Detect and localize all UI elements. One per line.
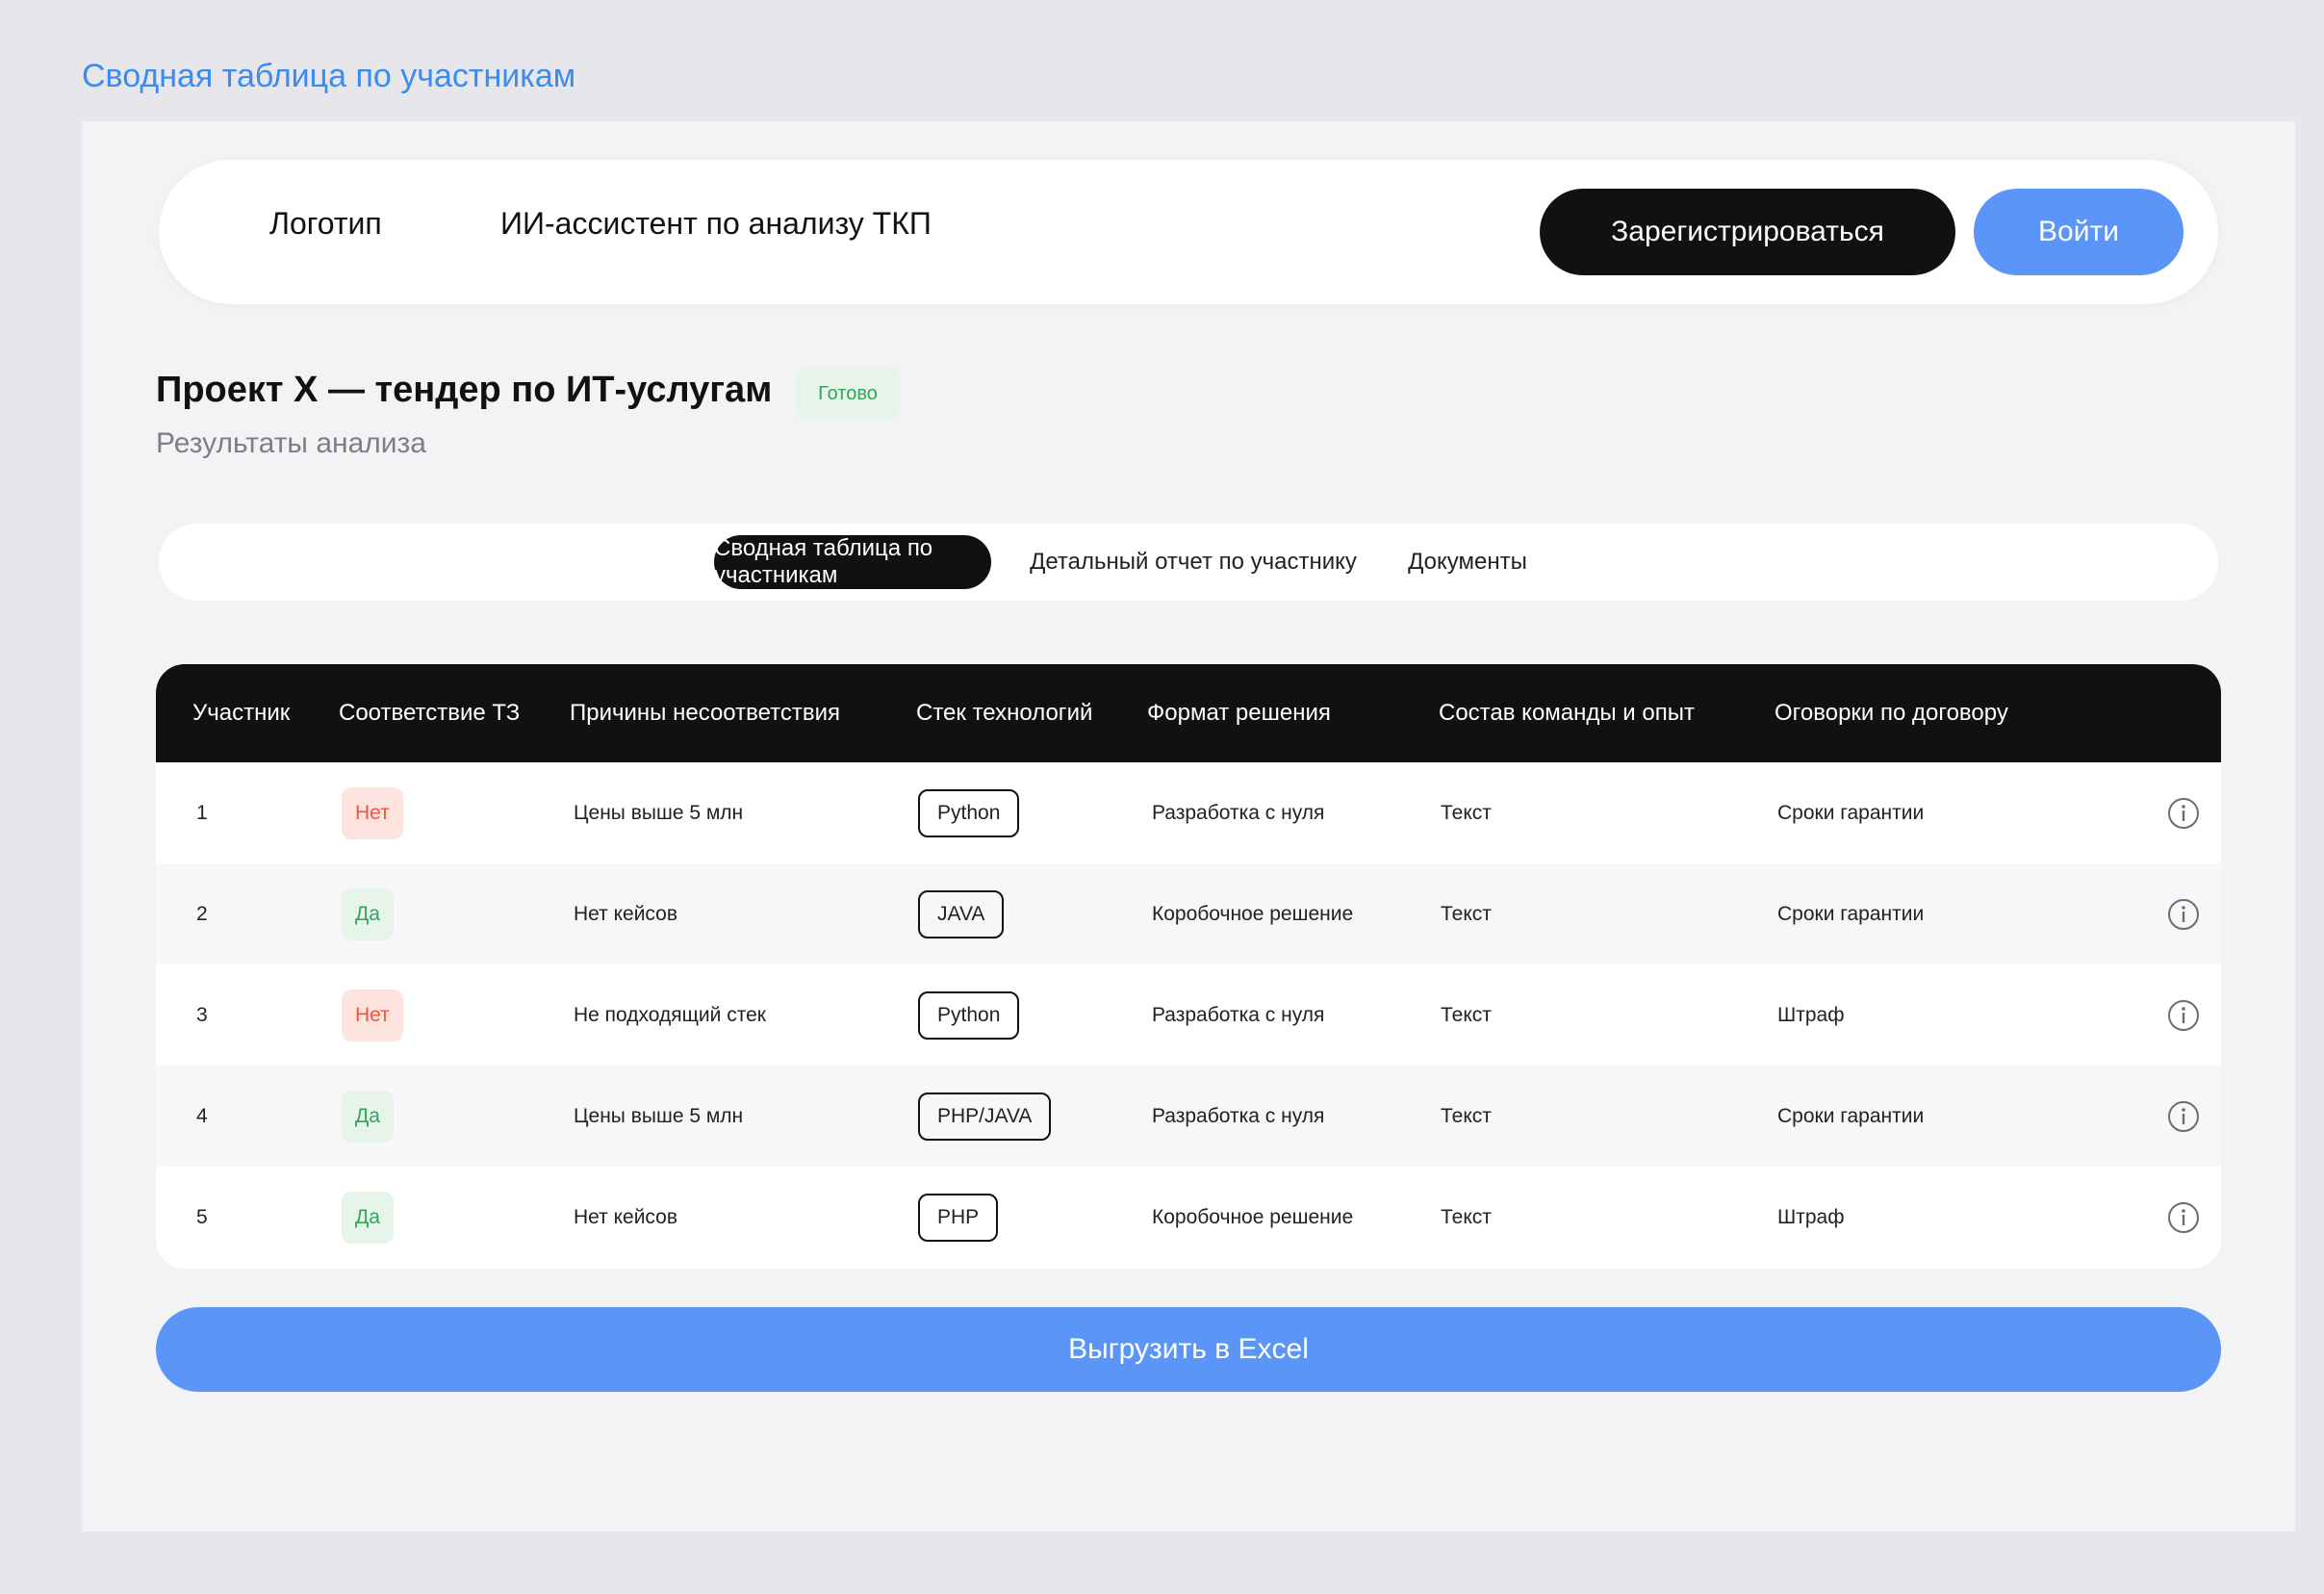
export-excel-button[interactable]: Выгрузить в Excel [156, 1307, 2221, 1392]
terms-cell: Сроки гарантии [1777, 902, 1925, 925]
table-header: Участник Соответствие ТЗ Причины несоотв… [156, 664, 2221, 762]
tab-summary-table[interactable]: Сводная таблица по участникам [714, 535, 991, 589]
tab-detailed-report[interactable]: Детальный отчет по участнику [1015, 535, 1371, 589]
participant-number: 1 [196, 801, 208, 824]
terms-cell: Сроки гарантии [1777, 801, 1925, 824]
stack-tag: PHP/JAVA [918, 1092, 1052, 1141]
reason-cell: Цены выше 5 млн [574, 1104, 744, 1127]
column-header-format: Формат решения [1147, 700, 1331, 726]
reason-cell: Нет кейсов [574, 902, 678, 925]
frame-title: Сводная таблица по участникам [82, 58, 576, 94]
login-button[interactable]: Войти [1974, 189, 2184, 275]
format-cell: Коробочное решение [1152, 1205, 1354, 1228]
app-name: ИИ-ассистент по анализу ТКП [500, 206, 932, 241]
format-cell: Разработка с нуля [1152, 1003, 1325, 1026]
terms-cell: Штраф [1777, 1205, 1845, 1228]
column-header-compliance: Соответствие ТЗ [339, 700, 521, 726]
stack-tag: PHP [918, 1193, 999, 1242]
logo[interactable]: Логотип [269, 206, 382, 242]
stack-tag: JAVA [918, 889, 1005, 938]
info-icon[interactable] [2167, 898, 2200, 931]
reason-cell: Не подходящий стек [574, 1003, 766, 1026]
info-icon[interactable] [2167, 1100, 2200, 1133]
register-button[interactable]: Зарегистрироваться [1540, 189, 1955, 275]
tabs-bar: Сводная таблица по участникам Детальный … [159, 524, 2218, 601]
participant-number: 5 [196, 1205, 208, 1228]
page-title: Проект X — тендер по ИТ-услугам [156, 370, 773, 410]
column-header-participant: Участник [192, 700, 291, 726]
participant-number: 4 [196, 1104, 208, 1127]
compliance-badge: Да [342, 1090, 394, 1143]
team-cell: Текст [1441, 1003, 1492, 1026]
column-header-reasons: Причины несоответствия [570, 700, 841, 726]
table-row[interactable]: 1 Нет Цены выше 5 млн Python Разработка … [156, 762, 2221, 863]
stack-tag: Python [918, 788, 1020, 837]
column-header-team: Состав команды и опыт [1439, 700, 1695, 726]
format-cell: Разработка с нуля [1152, 801, 1325, 824]
team-cell: Текст [1441, 801, 1492, 824]
stack-tag: Python [918, 990, 1020, 1040]
compliance-badge: Нет [342, 989, 403, 1041]
table-row[interactable]: 4 Да Цены выше 5 млн PHP/JAVA Разработка… [156, 1066, 2221, 1167]
column-header-stack: Стек технологий [916, 700, 1093, 726]
team-cell: Текст [1441, 1104, 1492, 1127]
format-cell: Разработка с нуля [1152, 1104, 1325, 1127]
team-cell: Текст [1441, 1205, 1492, 1228]
tab-documents[interactable]: Документы [1400, 535, 1535, 589]
terms-cell: Штраф [1777, 1003, 1845, 1026]
status-badge: Готово [796, 368, 900, 420]
reason-cell: Цены выше 5 млн [574, 801, 744, 824]
table-row[interactable]: 5 Да Нет кейсов PHP Коробочное решение Т… [156, 1167, 2221, 1268]
participant-number: 3 [196, 1003, 208, 1026]
table-row[interactable]: 3 Нет Не подходящий стек Python Разработ… [156, 964, 2221, 1066]
page-canvas: Логотип ИИ-ассистент по анализу ТКП Заре… [82, 121, 2295, 1531]
terms-cell: Сроки гарантии [1777, 1104, 1925, 1127]
table-row[interactable]: 2 Да Нет кейсов JAVA Коробочное решение … [156, 863, 2221, 964]
page-subtitle: Результаты анализа [156, 427, 426, 459]
info-icon[interactable] [2167, 797, 2200, 830]
compliance-badge: Да [342, 1191, 394, 1244]
team-cell: Текст [1441, 902, 1492, 925]
participant-number: 2 [196, 902, 208, 925]
participants-table: Участник Соответствие ТЗ Причины несоотв… [156, 664, 2221, 1269]
compliance-badge: Да [342, 887, 394, 940]
column-header-terms: Оговорки по договору [1775, 700, 2008, 726]
format-cell: Коробочное решение [1152, 902, 1354, 925]
info-icon[interactable] [2167, 999, 2200, 1032]
top-navbar: Логотип ИИ-ассистент по анализу ТКП Заре… [159, 160, 2218, 304]
info-icon[interactable] [2167, 1201, 2200, 1234]
compliance-badge: Нет [342, 786, 403, 839]
reason-cell: Нет кейсов [574, 1205, 678, 1228]
